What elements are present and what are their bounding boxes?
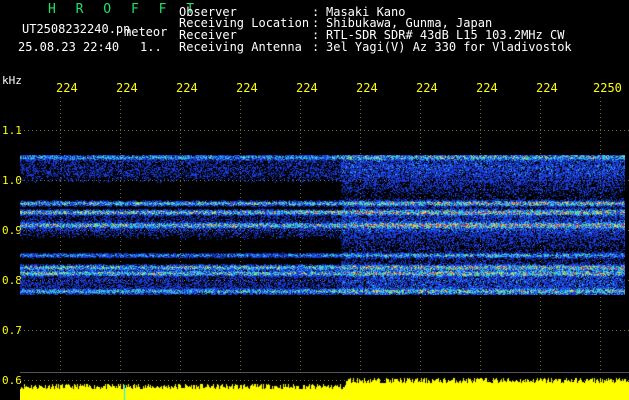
x-tick-label: 224 xyxy=(236,81,258,95)
x-tick-label: 224 xyxy=(116,81,138,95)
y-tick-label: 0.9 xyxy=(2,224,22,237)
hrofft-screen: H R O F F T UT2508232240.pn meteor 25.08… xyxy=(0,0,629,400)
y-tick-label: 0.6 xyxy=(2,374,22,387)
y-tick-label: 1.1 xyxy=(2,124,22,137)
x-tick-label: 2250 xyxy=(593,81,622,95)
page-marker: 1.. xyxy=(140,40,162,54)
file-name: UT2508232240.pn xyxy=(22,22,131,36)
x-tick-label: 224 xyxy=(296,81,318,95)
x-tick-label: 224 xyxy=(416,81,438,95)
spectrogram xyxy=(20,155,625,295)
antenna-colon: : xyxy=(312,40,320,54)
signal-level-strip xyxy=(20,373,629,400)
y-unit-label: kHz xyxy=(2,74,22,87)
meteor-tag: meteor xyxy=(124,25,168,39)
app-title: H R O F F T xyxy=(48,2,201,17)
y-tick-label: 1.0 xyxy=(2,174,22,187)
antenna-label: Receiving Antenna xyxy=(179,40,302,54)
x-tick-label: 224 xyxy=(536,81,558,95)
y-tick-label: 0.8 xyxy=(2,274,22,287)
x-tick-label: 224 xyxy=(176,81,198,95)
x-tick-label: 224 xyxy=(56,81,78,95)
timestamp: 25.08.23 22:40 xyxy=(18,40,120,54)
x-tick-label: 224 xyxy=(476,81,498,95)
antenna-value: 3el Yagi(V) Az 330 for Vladivostok xyxy=(326,40,572,54)
x-tick-label: 224 xyxy=(356,81,378,95)
y-tick-label: 0.7 xyxy=(2,324,22,337)
